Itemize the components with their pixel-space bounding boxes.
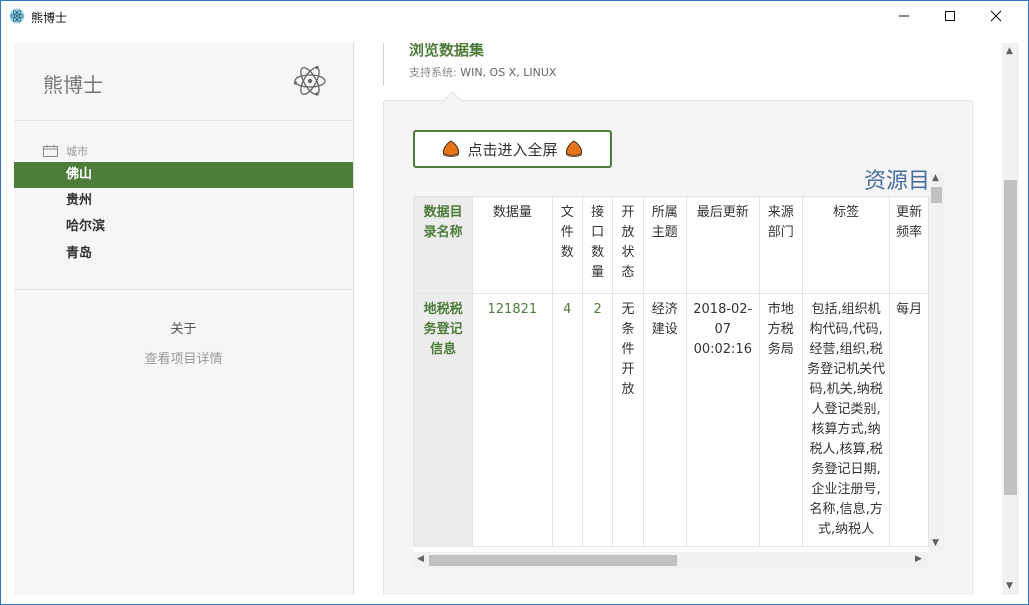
header-cell: 数据目录名称 <box>413 196 474 294</box>
scroll-down-icon[interactable]: ▼ <box>1006 581 1013 591</box>
table-cell: 包括,组织机构代码,代码,经营,组织,税务登记机关代码,机关,纳税人登记类别,核… <box>801 293 891 547</box>
header-cell: 文件数 <box>551 196 583 294</box>
scroll-right-icon[interactable]: ▶ <box>915 554 922 564</box>
sidebar-divider <box>14 289 354 290</box>
table-cell: 无条件开放 <box>612 293 644 547</box>
maximize-button[interactable] <box>927 1 973 31</box>
project-detail-link[interactable]: 查看项目详情 <box>14 348 353 367</box>
header-cell: 开放状态 <box>612 196 644 294</box>
scroll-left-icon[interactable]: ◀ <box>417 554 424 564</box>
card-notch <box>443 91 462 110</box>
table-cell: 经济建设 <box>642 293 687 547</box>
scroll-down-icon[interactable]: ▼ <box>932 538 939 548</box>
table-cell: 每月 <box>889 293 929 547</box>
header-cell: 来源部门 <box>758 196 803 294</box>
chestnut-icon <box>443 140 460 158</box>
calendar-icon <box>43 145 58 157</box>
close-button[interactable] <box>973 1 1019 31</box>
about-link[interactable]: 关于 <box>14 318 353 337</box>
fullscreen-button[interactable]: 点击进入全屏 <box>413 130 612 168</box>
dataset-name-cell[interactable]: 地税税务登记信息 <box>413 293 474 547</box>
sidebar-divider <box>14 120 354 121</box>
scrollbar-thumb[interactable] <box>1004 180 1017 495</box>
dataset-card: 点击进入全屏 资源目录 数据目录名称 数据量 文件数 接口数量 开放状态 所属主… <box>383 91 973 595</box>
minimize-icon <box>899 15 909 17</box>
section-label-text: 城市 <box>66 145 88 158</box>
scrollbar-thumb[interactable] <box>931 187 942 203</box>
dataset-heading: 浏览数据集 <box>409 43 485 59</box>
table-cell: 121821 <box>472 293 553 547</box>
sidebar-item-qingdao[interactable]: 青岛 <box>14 241 353 267</box>
maximize-icon <box>945 11 955 21</box>
support-label: 支持系统: <box>409 66 461 79</box>
close-icon <box>990 10 1002 22</box>
table-row: 地税税务登记信息 121821 4 2 无条件开放 经济建设 2018-02-0… <box>413 293 929 547</box>
header-cell: 接口数量 <box>581 196 614 294</box>
resource-title: 资源目录 <box>864 169 930 194</box>
page-vertical-scrollbar[interactable]: ▲ ▼ <box>1002 43 1019 595</box>
header-cell: 最后更新 <box>685 196 760 294</box>
scroll-up-icon[interactable]: ▲ <box>1006 46 1013 56</box>
minimize-button[interactable] <box>881 1 927 31</box>
city-section-label: 城市 <box>43 143 88 159</box>
table-cell: 2018-02-07 00:02:16 <box>685 293 760 547</box>
app-window: 熊博士 熊博士 城市 佛山 贵州 哈尔滨 青岛 关于 查看项目详情 浏览数据集 … <box>0 0 1029 605</box>
chestnut-icon <box>565 140 582 158</box>
table-cell: 市地方税务局 <box>758 293 803 547</box>
data-table: 数据目录名称 数据量 文件数 接口数量 开放状态 所属主题 最后更新 来源部门 … <box>413 196 929 547</box>
table-horizontal-scrollbar[interactable]: ◀ ▶ <box>413 552 929 569</box>
table-vertical-scrollbar[interactable]: ▲ ▼ <box>929 171 944 552</box>
atom-icon <box>293 65 326 96</box>
header-cell: 更新频率 <box>889 196 929 294</box>
support-systems-value: WIN, OS X, LINUX <box>460 66 557 79</box>
app-atom-icon <box>9 8 25 24</box>
window-title: 熊博士 <box>31 11 68 25</box>
header-cell: 数据量 <box>472 196 553 294</box>
sidebar-item-guizhou[interactable]: 贵州 <box>14 188 353 214</box>
timeline-line <box>383 43 384 86</box>
main-content: 浏览数据集 支持系统: WIN, OS X, LINUX 点击进入全屏 资源目录… <box>354 43 1000 595</box>
table-header-row: 数据目录名称 数据量 文件数 接口数量 开放状态 所属主题 最后更新 来源部门 … <box>413 196 929 294</box>
data-table-viewport[interactable]: 数据目录名称 数据量 文件数 接口数量 开放状态 所属主题 最后更新 来源部门 … <box>413 196 929 552</box>
fullscreen-label: 点击进入全屏 <box>467 140 558 159</box>
sidebar-item-foshan[interactable]: 佛山 <box>14 162 353 188</box>
scroll-up-icon[interactable]: ▲ <box>932 173 939 183</box>
title-bar[interactable]: 熊博士 <box>1 1 1028 31</box>
sidebar-item-harbin[interactable]: 哈尔滨 <box>14 214 353 240</box>
table-cell: 2 <box>581 293 614 547</box>
header-cell: 所属主题 <box>642 196 687 294</box>
brand-title: 熊博士 <box>43 73 103 97</box>
sidebar: 熊博士 城市 佛山 贵州 哈尔滨 青岛 关于 查看项目详情 <box>14 43 354 595</box>
scrollbar-thumb[interactable] <box>429 555 677 566</box>
header-cell: 标签 <box>801 196 891 294</box>
table-cell: 4 <box>551 293 583 547</box>
support-systems: 支持系统: WIN, OS X, LINUX <box>409 64 556 80</box>
